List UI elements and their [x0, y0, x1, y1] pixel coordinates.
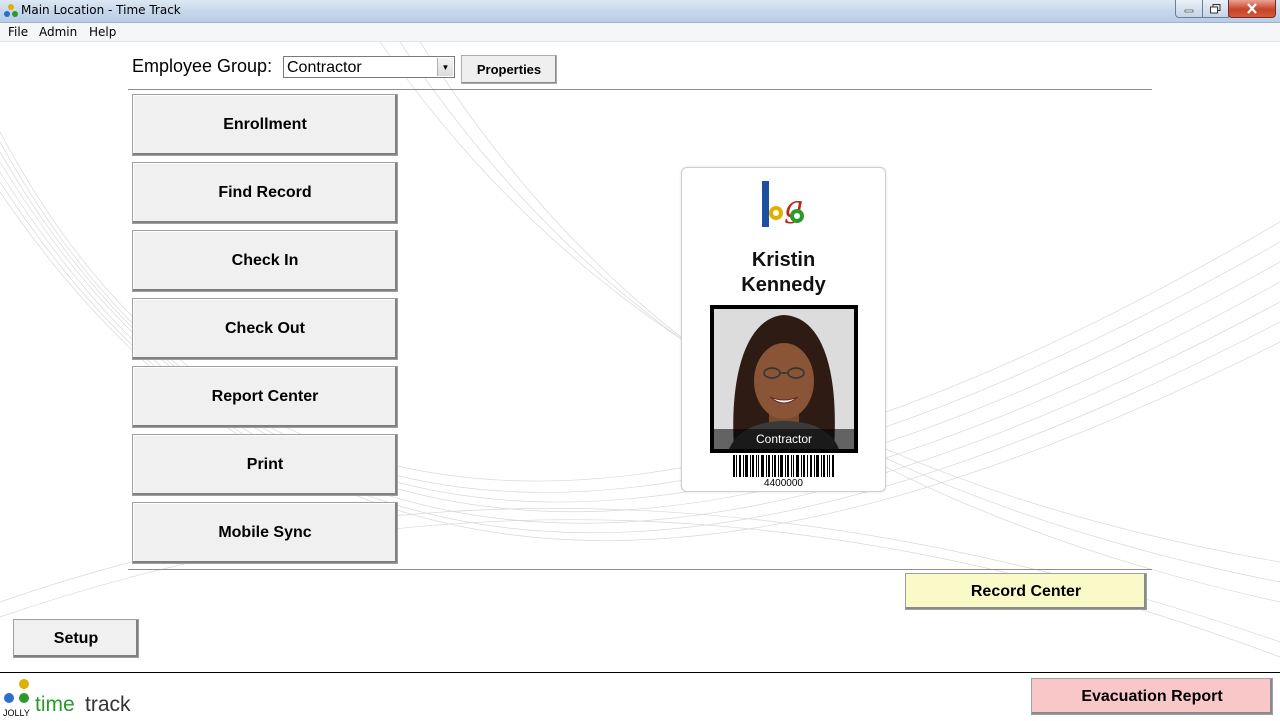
company-logo-icon: g — [762, 181, 804, 227]
check-in-button[interactable]: Check In — [132, 230, 398, 292]
print-button[interactable]: Print — [132, 434, 398, 496]
photo-caption: Contractor — [714, 429, 854, 449]
footer-bar: JOLLY time track Evacuation Report — [0, 672, 1280, 721]
main-content: Employee Group: Contractor ▼ Properties … — [0, 42, 1280, 672]
menu-admin[interactable]: Admin — [39, 25, 77, 39]
employee-group-select[interactable]: Contractor ▼ — [283, 56, 455, 78]
minimize-icon — [1184, 9, 1194, 12]
menu-help[interactable]: Help — [89, 25, 116, 39]
close-icon — [1247, 3, 1257, 14]
id-badge-preview: g Kristin Kennedy Contractor 4400000 — [681, 167, 886, 492]
brand-track-text: track — [85, 693, 131, 716]
restore-icon — [1210, 3, 1221, 13]
top-divider — [128, 89, 1152, 90]
enrollment-button[interactable]: Enrollment — [132, 94, 398, 156]
chevron-down-icon[interactable]: ▼ — [437, 58, 453, 76]
evacuation-report-button[interactable]: Evacuation Report — [1031, 678, 1273, 715]
mobile-sync-button[interactable]: Mobile Sync — [132, 502, 398, 564]
brand-jolly-text: JOLLY — [3, 708, 30, 718]
bottom-divider — [128, 569, 1152, 570]
restore-button[interactable] — [1202, 0, 1229, 18]
employee-photo: Contractor — [710, 305, 858, 453]
minimize-button[interactable] — [1175, 0, 1203, 18]
title-bar: Main Location - Time Track — [0, 0, 1280, 23]
close-button[interactable] — [1228, 0, 1276, 18]
badge-first-name: Kristin — [751, 249, 816, 271]
window-title: Main Location - Time Track — [21, 3, 181, 17]
barcode-number: 4400000 — [764, 478, 803, 489]
check-out-button[interactable]: Check Out — [132, 298, 398, 360]
employee-group-value: Contractor — [287, 59, 362, 76]
find-record-button[interactable]: Find Record — [132, 162, 398, 224]
jolly-logo-icon — [4, 679, 29, 703]
properties-button[interactable]: Properties — [461, 55, 557, 84]
barcode-icon — [733, 455, 834, 477]
menu-file[interactable]: File — [8, 25, 28, 39]
employee-group-label: Employee Group: — [132, 56, 273, 76]
person-portrait-icon — [714, 309, 854, 449]
record-center-button[interactable]: Record Center — [905, 573, 1147, 610]
brand-time-text: time — [35, 693, 75, 716]
app-logo-icon — [4, 4, 18, 17]
menu-bar: File Admin Help — [0, 23, 1280, 42]
setup-button[interactable]: Setup — [13, 619, 139, 658]
badge-last-name: Kennedy — [741, 274, 826, 296]
report-center-button[interactable]: Report Center — [132, 366, 398, 428]
